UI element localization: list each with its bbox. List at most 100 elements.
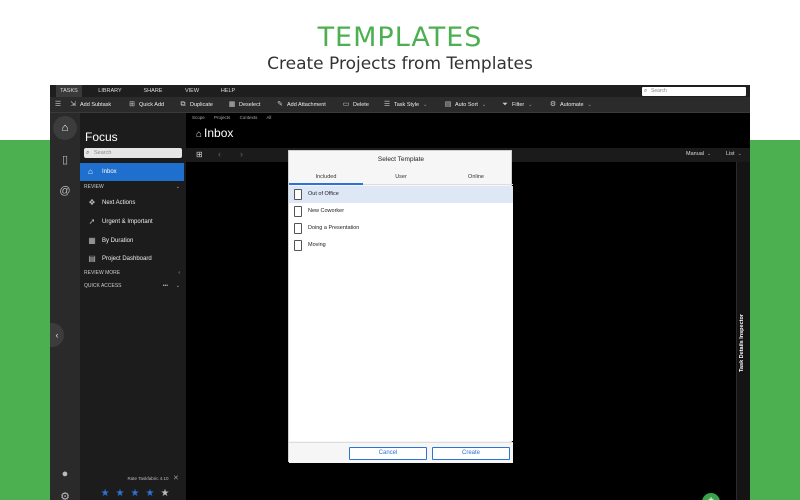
user-avatar-icon[interactable]: ●: [53, 462, 77, 486]
rating-stars[interactable]: ★★★★★: [90, 488, 186, 499]
sidebar-item-label: Inbox: [102, 169, 117, 175]
sidebar-search-placeholder: Search: [94, 150, 112, 156]
duplicate-label: Duplicate: [190, 102, 213, 108]
breadcrumb: Scope Projects Contexts All: [192, 115, 279, 120]
menu-share[interactable]: SHARE: [140, 85, 166, 97]
menu-tasks[interactable]: TASKS: [56, 85, 82, 97]
more-options-icon[interactable]: •••: [163, 281, 168, 291]
quick-access-section-header[interactable]: QUICK ACCESS ••• ⌄: [84, 281, 184, 291]
inbox-rail-icon[interactable]: ⌂: [53, 116, 77, 140]
review-section-label: REVIEW: [84, 184, 104, 190]
sidebar-item-next-actions[interactable]: ❖ Next Actions: [80, 195, 186, 211]
search-icon: ⌕: [644, 88, 648, 94]
template-item-label: New Coworker: [308, 208, 345, 214]
banner-title: TEMPLATES: [317, 22, 483, 53]
delete-icon: ▭: [342, 101, 350, 108]
star-icon[interactable]: ★: [145, 488, 160, 499]
global-search-input[interactable]: ⌕ Search: [642, 87, 746, 96]
plus-icon: +: [708, 495, 714, 500]
tab-online[interactable]: Online: [439, 171, 513, 185]
forward-arrow-icon[interactable]: ›: [240, 149, 243, 159]
automate-icon: ⚙: [549, 101, 557, 108]
document-icon: [294, 223, 302, 234]
page-title-text: Inbox: [204, 126, 234, 140]
chevron-left-icon: ‹: [178, 270, 180, 276]
add-subtask-button[interactable]: ⇲ Add Subtask: [68, 97, 111, 113]
grid-view-icon[interactable]: ⊞: [196, 150, 203, 159]
chevron-down-icon: ⌄: [175, 184, 180, 190]
sidebar-item-by-duration[interactable]: ▦ By Duration: [80, 233, 186, 249]
menu-help[interactable]: HELP: [216, 85, 240, 97]
contexts-rail-icon[interactable]: @: [53, 179, 77, 203]
menu-bar: TASKS LIBRARY SHARE VIEW HELP ⌕ Search: [50, 85, 750, 97]
sidebar-item-inbox[interactable]: ⌂ Inbox: [80, 163, 184, 181]
tab-user[interactable]: User: [364, 171, 438, 185]
toolbar: ☰ ⇲ Add Subtask ⊞ Quick Add ⧉ Duplicate ▦ De…: [50, 97, 750, 113]
review-section-header[interactable]: REVIEW ⌄: [84, 182, 184, 192]
star-icon[interactable]: ★: [131, 488, 146, 499]
document-icon: [294, 206, 302, 217]
breadcrumb-scope[interactable]: Scope: [192, 115, 205, 120]
duplicate-button[interactable]: ⧉ Duplicate: [178, 97, 213, 113]
add-attachment-button[interactable]: ✎ Add Attachment: [275, 97, 326, 113]
settings-icon[interactable]: ⚙: [53, 485, 77, 500]
menu-view[interactable]: VIEW: [180, 85, 204, 97]
template-item-out-of-office[interactable]: Out of Office: [289, 186, 513, 203]
layers-icon: ❖: [88, 198, 96, 207]
document-icon: [294, 240, 302, 251]
chevron-down-icon: ⌄: [707, 151, 712, 157]
close-icon[interactable]: ✕: [173, 474, 179, 482]
sidebar-item-label: Next Actions: [102, 200, 136, 206]
template-item-label: Doing a Presentation: [308, 225, 360, 231]
page-title: ⌂ Inbox: [196, 126, 233, 140]
review-more-section-header[interactable]: REVIEW MORE ‹: [84, 268, 184, 278]
breadcrumb-contexts[interactable]: Contexts: [240, 115, 258, 120]
template-item-new-coworker[interactable]: New Coworker: [289, 203, 513, 220]
tab-included[interactable]: Included: [289, 171, 363, 185]
automate-button[interactable]: ⚙ Automate ⌄: [548, 97, 592, 113]
menu-library[interactable]: LIBRARY: [96, 85, 124, 97]
global-search-placeholder: Search: [651, 88, 667, 94]
task-details-inspector[interactable]: Task Details Inspector: [736, 162, 750, 500]
quick-access-label: QUICK ACCESS: [84, 283, 122, 289]
sidebar-search-input[interactable]: ⌕ Search: [84, 148, 182, 158]
cancel-button[interactable]: Cancel: [349, 447, 427, 460]
create-button[interactable]: Create: [432, 447, 510, 460]
star-icon[interactable]: ★: [160, 488, 175, 499]
breadcrumb-all[interactable]: All: [266, 115, 271, 120]
dashboard-icon: ▤: [88, 254, 96, 263]
sort-mode-value: Manual: [686, 151, 705, 157]
rocket-icon: ➚: [88, 217, 96, 226]
auto-sort-button[interactable]: ▤ Auto Sort ⌄: [443, 97, 486, 113]
delete-button[interactable]: ▭ Delete: [341, 97, 369, 113]
search-icon: ⌕: [86, 150, 90, 156]
chevron-down-icon: ⌄: [175, 283, 180, 289]
deselect-button[interactable]: ▦ Deselect: [227, 97, 261, 113]
back-arrow-icon[interactable]: ‹: [218, 149, 221, 159]
filter-icon: ⏷: [502, 101, 508, 108]
filter-button[interactable]: ⏷ Filter ⌄: [500, 97, 532, 113]
breadcrumb-projects[interactable]: Projects: [214, 115, 230, 120]
template-item-doing-a-presentation[interactable]: Doing a Presentation: [289, 220, 513, 237]
delete-label: Delete: [353, 102, 369, 108]
quick-add-button[interactable]: ⊞ Quick Add: [127, 97, 164, 113]
star-icon[interactable]: ★: [116, 488, 131, 499]
focus-sidebar: Focus ⌕ Search ⌂ Inbox REVIEW ⌄ ❖ Next A…: [80, 113, 186, 500]
hamburger-menu-button[interactable]: ☰: [53, 97, 65, 113]
view-mode-select[interactable]: List ⌄: [726, 151, 742, 157]
sidebar-item-urgent-important[interactable]: ➚ Urgent & Important: [80, 214, 186, 230]
projects-rail-icon[interactable]: ▯: [53, 148, 77, 172]
document-icon: [294, 189, 302, 200]
template-item-label: Out of Office: [308, 191, 339, 197]
template-item-label: Moving: [308, 242, 326, 248]
dialog-footer: Cancel Create: [289, 442, 513, 463]
sort-mode-select[interactable]: Manual ⌄: [686, 151, 711, 157]
star-icon[interactable]: ★: [101, 488, 116, 499]
task-style-button[interactable]: ☰ Task Style ⌄: [382, 97, 427, 113]
inbox-icon: ⌂: [196, 129, 203, 140]
template-item-moving[interactable]: Moving: [289, 237, 513, 254]
collapse-sidebar-button[interactable]: ‹: [50, 323, 64, 347]
chevron-down-icon: ⌄: [737, 151, 742, 157]
sidebar-item-project-dashboard[interactable]: ▤ Project Dashboard: [80, 251, 186, 267]
icon-rail: ⌂ ▯ @ ‹ ● ⚙: [50, 113, 80, 500]
